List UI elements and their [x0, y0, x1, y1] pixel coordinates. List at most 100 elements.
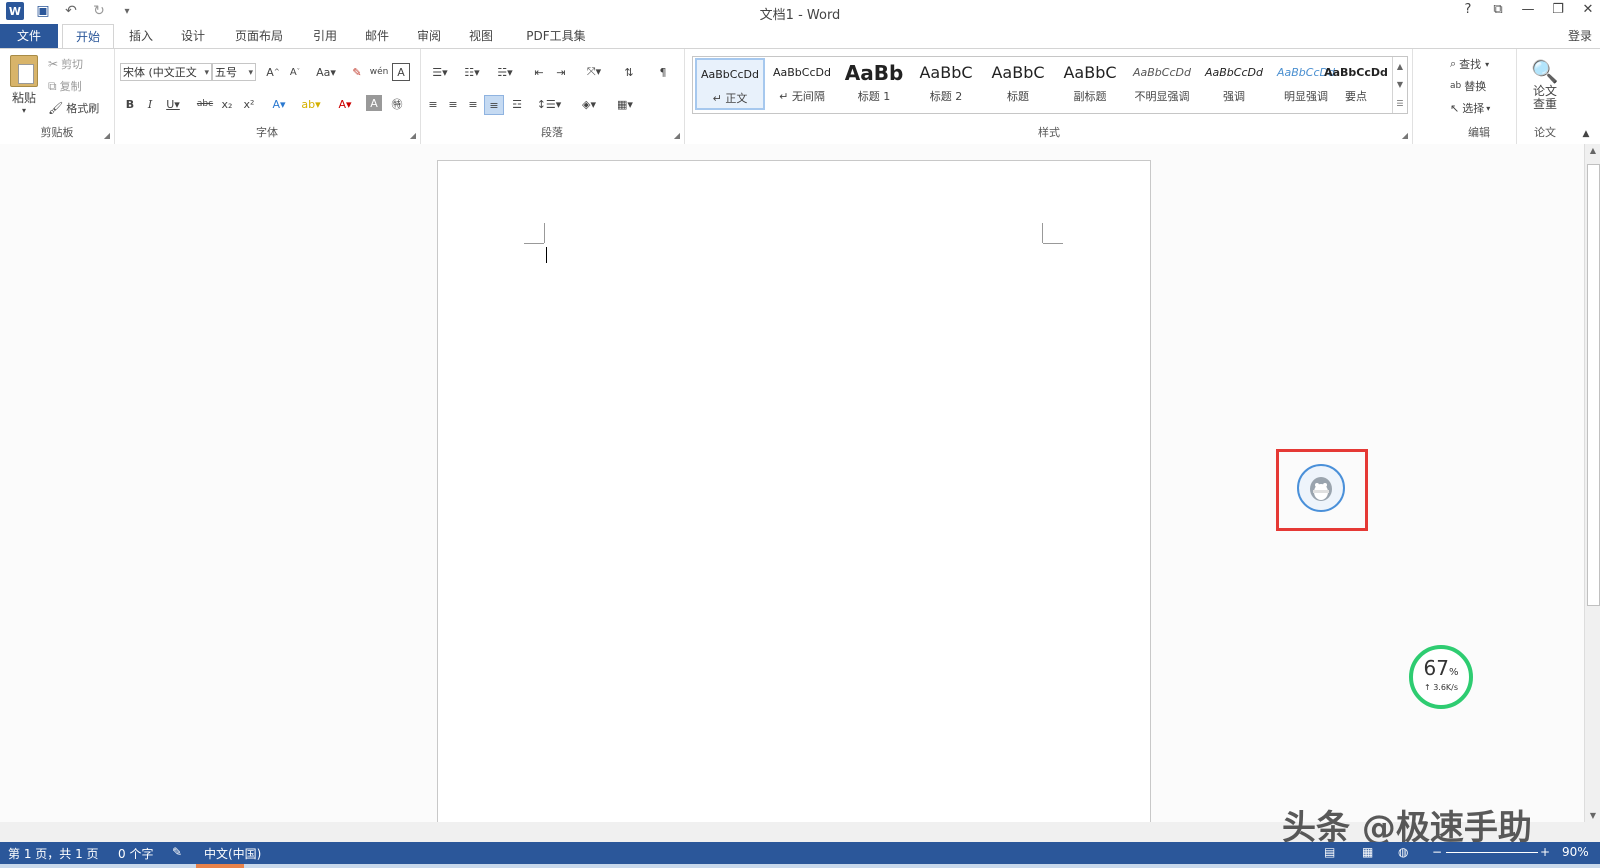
tab-mailings[interactable]: 邮件 — [354, 24, 400, 48]
copy-button[interactable]: ⧉ 复制 — [48, 77, 82, 95]
strikethrough-icon[interactable]: abc — [194, 95, 216, 113]
tab-view[interactable]: 视图 — [458, 24, 504, 48]
help-icon[interactable]: ? — [1460, 2, 1476, 17]
justify-icon[interactable]: ≡ — [484, 95, 504, 115]
floating-assistant-icon[interactable] — [1297, 464, 1345, 512]
grow-font-icon[interactable]: A ^ — [264, 63, 282, 81]
enclose-char-icon[interactable]: ㊕ — [388, 95, 406, 113]
char-border-icon[interactable]: A — [392, 63, 410, 81]
style-item[interactable]: AaBbCcDd 不明显强调 — [1127, 58, 1197, 110]
text-effects-icon[interactable]: A▾ — [266, 95, 292, 113]
collapse-ribbon-icon[interactable]: ▲ — [1578, 127, 1594, 141]
paper-check-button[interactable]: 🔍 论文 查重 — [1524, 55, 1566, 115]
dialog-launcher-icon[interactable]: ◢ — [1402, 131, 1408, 140]
increase-indent-icon[interactable]: ⇥ — [552, 63, 570, 81]
ribbon-display-icon[interactable]: ⧉ — [1490, 2, 1506, 17]
select-button[interactable]: ↖ 选择 ▾ — [1450, 99, 1490, 117]
decrease-indent-icon[interactable]: ⇤ — [530, 63, 548, 81]
dialog-launcher-icon[interactable]: ◢ — [104, 131, 110, 140]
web-layout-icon[interactable]: ◍ — [1398, 845, 1408, 859]
font-size-combo[interactable]: 五号 — [212, 63, 256, 81]
tab-design[interactable]: 设计 — [170, 24, 216, 48]
cut-button[interactable]: ✂ 剪切 — [48, 55, 83, 73]
phonetic-guide-icon[interactable]: wén — [370, 63, 389, 81]
distributed-icon[interactable]: ☲ — [508, 95, 526, 113]
chevron-down-icon[interactable]: ▼ — [1397, 80, 1403, 89]
document-search-icon: 🔍 — [1531, 59, 1559, 85]
style-sample: AaBbCcDd — [1133, 66, 1191, 79]
show-marks-icon[interactable]: ¶ — [654, 63, 672, 81]
scroll-down-icon[interactable]: ▼ — [1585, 811, 1600, 820]
shading-icon[interactable]: ◈▾ — [574, 95, 604, 113]
print-layout-icon[interactable]: ▦ — [1362, 845, 1373, 859]
subscript-icon[interactable]: x₂ — [218, 95, 236, 113]
document-page[interactable] — [437, 160, 1151, 822]
vertical-scrollbar[interactable]: ▲ ▼ — [1584, 144, 1600, 822]
style-item[interactable]: AaBbC 标题 — [983, 58, 1053, 110]
scrollbar-thumb[interactable] — [1587, 164, 1600, 606]
align-center-icon[interactable]: ≡ — [444, 95, 462, 113]
underline-icon[interactable]: U▾ — [162, 95, 184, 113]
clear-format-icon[interactable]: ✎ — [348, 63, 366, 81]
italic-icon[interactable]: I — [142, 95, 158, 113]
multilevel-list-icon[interactable]: ☵▾ — [490, 63, 520, 81]
tab-references[interactable]: 引用 — [302, 24, 348, 48]
minimize-icon[interactable]: — — [1520, 2, 1536, 17]
font-name-combo[interactable]: 宋体 (中文正文 — [120, 63, 212, 81]
read-mode-icon[interactable]: ▤ — [1324, 845, 1335, 859]
style-item[interactable]: AaBbCcDd 强调 — [1199, 58, 1269, 110]
style-item[interactable]: AaBbC 副标题 — [1055, 58, 1125, 110]
tab-pdf-tools[interactable]: PDF工具集 — [512, 24, 600, 48]
tab-page-layout[interactable]: 页面布局 — [226, 24, 292, 48]
bullets-icon[interactable]: ☰▾ — [426, 63, 454, 81]
shrink-font-icon[interactable]: Aˇ — [286, 63, 304, 81]
bold-icon[interactable]: B — [122, 95, 138, 113]
align-right-icon[interactable]: ≡ — [464, 95, 482, 113]
close-icon[interactable]: ✕ — [1580, 2, 1596, 17]
editing-group: ⌕ 查找 ▾ ab 替换 ↖ 选择 ▾ 编辑 — [1442, 49, 1517, 144]
change-case-icon[interactable]: Aa▾ — [312, 63, 340, 81]
tab-review[interactable]: 审阅 — [406, 24, 452, 48]
style-item[interactable]: AaBb 标题 1 — [839, 58, 909, 110]
format-painter-button[interactable]: 🖌 格式刷 — [48, 99, 99, 117]
more-icon[interactable]: ☰ — [1396, 99, 1403, 108]
font-color-icon[interactable]: A▾ — [332, 95, 358, 113]
tab-home[interactable]: 开始 — [62, 24, 114, 50]
scroll-up-icon[interactable]: ▲ — [1585, 146, 1600, 155]
dialog-launcher-icon[interactable]: ◢ — [410, 131, 416, 140]
style-item[interactable]: AaBbCcDd ↵ 正文 — [695, 58, 765, 110]
restore-icon[interactable]: ❐ — [1550, 2, 1566, 17]
page-count[interactable]: 第 1 页，共 1 页 — [8, 845, 99, 862]
zoom-out-icon[interactable]: − — [1432, 845, 1442, 859]
taskbar-item — [196, 864, 244, 868]
language-indicator[interactable]: 中文(中国) — [204, 845, 261, 862]
line-spacing-icon[interactable]: ↕☰▾ — [534, 95, 564, 113]
proofing-icon[interactable]: ✎ — [172, 845, 182, 859]
chevron-up-icon[interactable]: ▲ — [1397, 62, 1403, 71]
char-shading-icon[interactable]: A — [366, 95, 382, 111]
replace-button[interactable]: ab 替换 — [1450, 77, 1486, 95]
network-speed-widget[interactable]: 67% ↑ 3.6K/s — [1409, 645, 1473, 709]
borders-icon[interactable]: ▦▾ — [610, 95, 640, 113]
word-count[interactable]: 0 个字 — [118, 845, 153, 862]
align-left-icon[interactable]: ≡ — [424, 95, 442, 113]
highlight-color-icon[interactable]: ab▾ — [298, 95, 324, 113]
tab-insert[interactable]: 插入 — [118, 24, 164, 48]
gallery-scroll[interactable]: ▲ ▼ ☰ — [1392, 57, 1407, 113]
paste-button[interactable]: 粘贴 ▾ — [6, 55, 42, 115]
zoom-slider[interactable] — [1446, 852, 1538, 853]
login-link[interactable]: 登录 — [1568, 27, 1592, 44]
style-item[interactable]: AaBbCcDd ↵ 无间隔 — [767, 58, 837, 110]
style-item[interactable]: AaBbC 标题 2 — [911, 58, 981, 110]
find-button[interactable]: ⌕ 查找 ▾ — [1450, 55, 1489, 73]
brush-icon: 🖌 — [48, 101, 64, 115]
zoom-in-icon[interactable]: + — [1540, 845, 1550, 859]
superscript-icon[interactable]: x² — [240, 95, 258, 113]
style-item[interactable]: AaBbCcDd 要点 — [1321, 58, 1391, 110]
tab-file[interactable]: 文件 — [0, 24, 58, 48]
chinese-layout-icon[interactable]: ⤧▾ — [580, 63, 608, 81]
zoom-level[interactable]: 90% — [1562, 845, 1589, 859]
dialog-launcher-icon[interactable]: ◢ — [674, 131, 680, 140]
numbering-icon[interactable]: ☷▾ — [458, 63, 486, 81]
sort-icon[interactable]: ⇅ — [620, 63, 638, 81]
